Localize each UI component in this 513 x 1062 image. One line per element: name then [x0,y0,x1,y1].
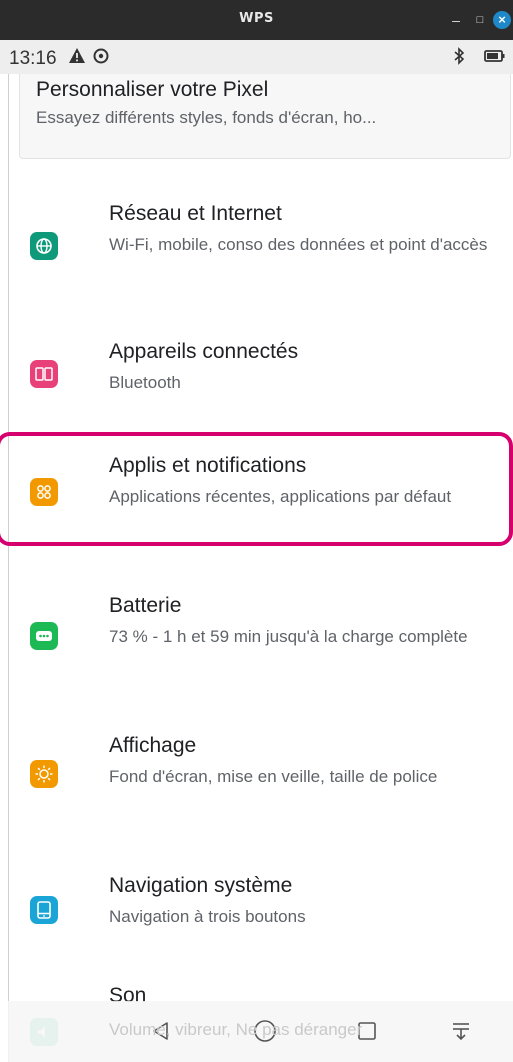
warning-icon [68,47,86,70]
settings-item-title: Navigation système [109,874,293,897]
window-frame [0,74,9,1062]
settings-item-subtitle: Navigation à trois boutons [109,907,306,926]
sync-icon [92,47,110,70]
globe-icon [30,232,58,260]
expand-icon[interactable] [445,1015,477,1047]
card-subtitle: Essayez différents styles, fonds d'écran… [36,108,377,127]
settings-item-connected-devices[interactable]: Appareils connectés Bluetooth [19,334,509,414]
settings-item-system-navigation[interactable]: Navigation système Navigation à trois bo… [19,868,509,948]
settings-item-title: Réseau et Internet [109,202,282,225]
settings-item-subtitle: Wi-Fi, mobile, conso des données et poin… [109,235,488,254]
settings-item-title: Appareils connectés [109,340,299,363]
sound-subtitle-obscured: Volume, vibreur, Ne pas déranger [109,1020,363,1039]
settings-item-subtitle: Bluetooth [109,373,181,392]
settings-item-title: Batterie [109,594,182,617]
settings-item-subtitle: Fond d'écran, mise en veille, taille de … [109,767,438,786]
window-titlebar: WPS – □ × [0,0,513,40]
card-title: Personnaliser votre Pixel [36,78,269,101]
personalize-card[interactable]: Personnaliser votre Pixel Essayez différ… [19,74,511,159]
brightness-icon [30,760,58,788]
settings-item-subtitle: 73 % - 1 h et 59 min jusqu'à la charge c… [109,627,468,646]
navigation-icon [30,896,58,924]
battery-icon [484,47,506,70]
maximize-button[interactable]: □ [472,12,488,28]
status-time: 13:16 [9,48,57,69]
devices-icon [30,360,58,388]
highlight-frame [0,432,513,546]
window-title: WPS [239,11,274,26]
bluetooth-icon [452,47,466,70]
minimize-button[interactable]: – [448,12,464,28]
close-button[interactable]: × [493,11,511,29]
battery-icon [30,622,58,650]
status-bar: 13:16 [0,40,513,74]
settings-item-title: Affichage [109,734,197,757]
settings-item-network[interactable]: Réseau et Internet Wi-Fi, mobile, conso … [19,196,509,296]
settings-item-battery[interactable]: Batterie 73 % - 1 h et 59 min jusqu'à la… [19,588,509,688]
settings-item-display[interactable]: Affichage Fond d'écran, mise en veille, … [19,728,509,828]
